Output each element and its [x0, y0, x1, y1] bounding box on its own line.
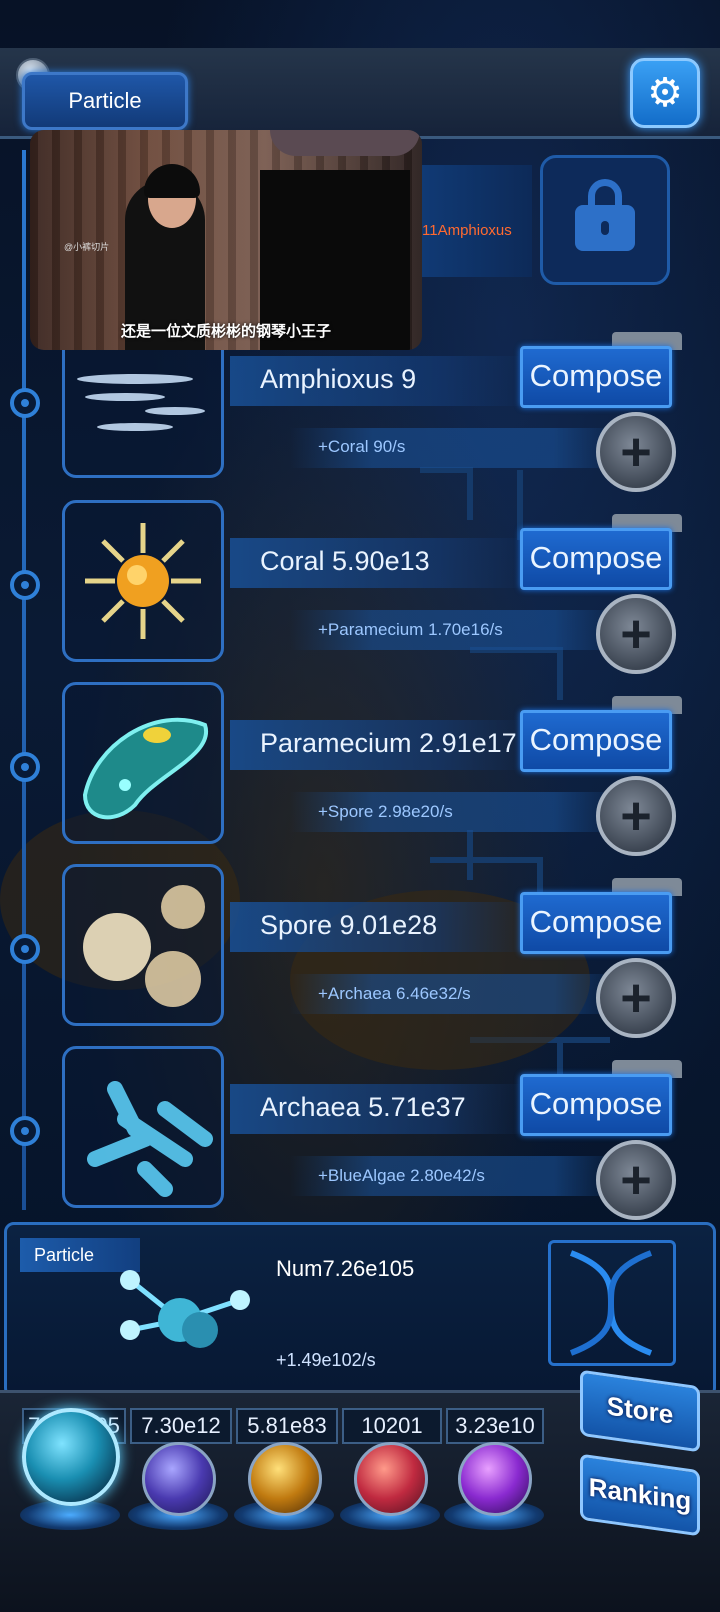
lock-icon	[575, 179, 635, 251]
particle-count: Num7.26e105	[276, 1256, 415, 1281]
creature-name: Paramecium 2.91e17	[260, 728, 517, 758]
currency-counter: 7.30e12	[130, 1408, 232, 1444]
creature-name: Archaea 5.71e37	[260, 1092, 466, 1122]
compose-button[interactable]: Compose	[520, 528, 672, 590]
creature-rate: +Spore 2.98e20/s	[318, 802, 453, 821]
archaea-icon	[87, 1081, 213, 1197]
video-overlay[interactable]: @小裤切片 还是一位文质彬彬的钢琴小王子	[30, 130, 422, 350]
progress-rail	[22, 150, 26, 1210]
creature-rate: +Archaea 6.46e32/s	[318, 984, 471, 1003]
plus-icon: +	[620, 786, 652, 846]
compose-button[interactable]: Compose	[520, 1074, 672, 1136]
creature-rate: +Coral 90/s	[318, 437, 406, 456]
brain-orb-tab[interactable]	[354, 1442, 428, 1516]
creature-rate: +Paramecium 1.70e16/s	[318, 620, 503, 639]
currency-counter: 10201	[342, 1408, 442, 1444]
galaxy-orb-tab[interactable]	[248, 1442, 322, 1516]
compose-button[interactable]: Compose	[520, 346, 672, 408]
game-screen: Particle ⚙ 11Amphioxus Amphioxus 9 +Cora…	[0, 0, 720, 1612]
locked-item-button[interactable]	[540, 155, 670, 285]
upgrade-plus-button[interactable]: +	[596, 958, 676, 1038]
rail-node	[10, 1116, 40, 1146]
particle-orb-tab[interactable]	[22, 1408, 120, 1506]
plus-icon: +	[620, 604, 652, 664]
coral-icon	[85, 523, 201, 639]
creature-name: Coral 5.90e13	[260, 546, 430, 576]
dna-icon	[548, 1240, 676, 1366]
creature-frame-paramecium[interactable]	[62, 682, 224, 844]
creature-frame-coral[interactable]	[62, 500, 224, 662]
upgrade-plus-button[interactable]: +	[596, 1140, 676, 1220]
page-title: Particle	[68, 88, 142, 113]
currency-counter: 3.23e10	[446, 1408, 544, 1444]
video-subtitle: 还是一位文质彬彬的钢琴小王子	[120, 323, 331, 340]
upgrade-plus-button[interactable]: +	[596, 412, 676, 492]
plus-icon: +	[620, 968, 652, 1028]
creature-frame-spore[interactable]	[62, 864, 224, 1026]
upgrade-plus-button[interactable]: +	[596, 594, 676, 674]
settings-button[interactable]: ⚙	[630, 58, 700, 128]
gear-icon: ⚙	[647, 71, 683, 115]
creature-name: Amphioxus 9	[260, 364, 417, 394]
locked-item-bar	[420, 165, 532, 277]
locked-item-label: 11Amphioxus	[422, 222, 512, 239]
upgrade-plus-button[interactable]: +	[596, 776, 676, 856]
lightning-orb-tab[interactable]	[142, 1442, 216, 1516]
plus-icon: +	[620, 1150, 652, 1210]
currency-counter: 5.81e83	[236, 1408, 338, 1444]
paramecium-icon	[82, 717, 209, 820]
rail-node	[10, 570, 40, 600]
video-watermark: @小裤切片	[64, 242, 110, 252]
spore-icon	[83, 885, 205, 1007]
video-banner	[270, 130, 420, 156]
compose-button[interactable]: Compose	[520, 710, 672, 772]
creature-rate: +BlueAlgae 2.80e42/s	[318, 1166, 485, 1185]
rail-node	[10, 934, 40, 964]
rail-node	[10, 752, 40, 782]
compose-button[interactable]: Compose	[520, 892, 672, 954]
creature-frame-archaea[interactable]	[62, 1046, 224, 1208]
rail-node	[10, 388, 40, 418]
page-title-tab[interactable]: Particle	[22, 72, 188, 130]
particle-rate: +1.49e102/s	[276, 1350, 376, 1370]
particle-molecule-icon	[120, 1270, 250, 1348]
plus-icon: +	[620, 422, 652, 482]
creature-name: Spore 9.01e28	[260, 910, 438, 940]
vortex-orb-tab[interactable]	[458, 1442, 532, 1516]
